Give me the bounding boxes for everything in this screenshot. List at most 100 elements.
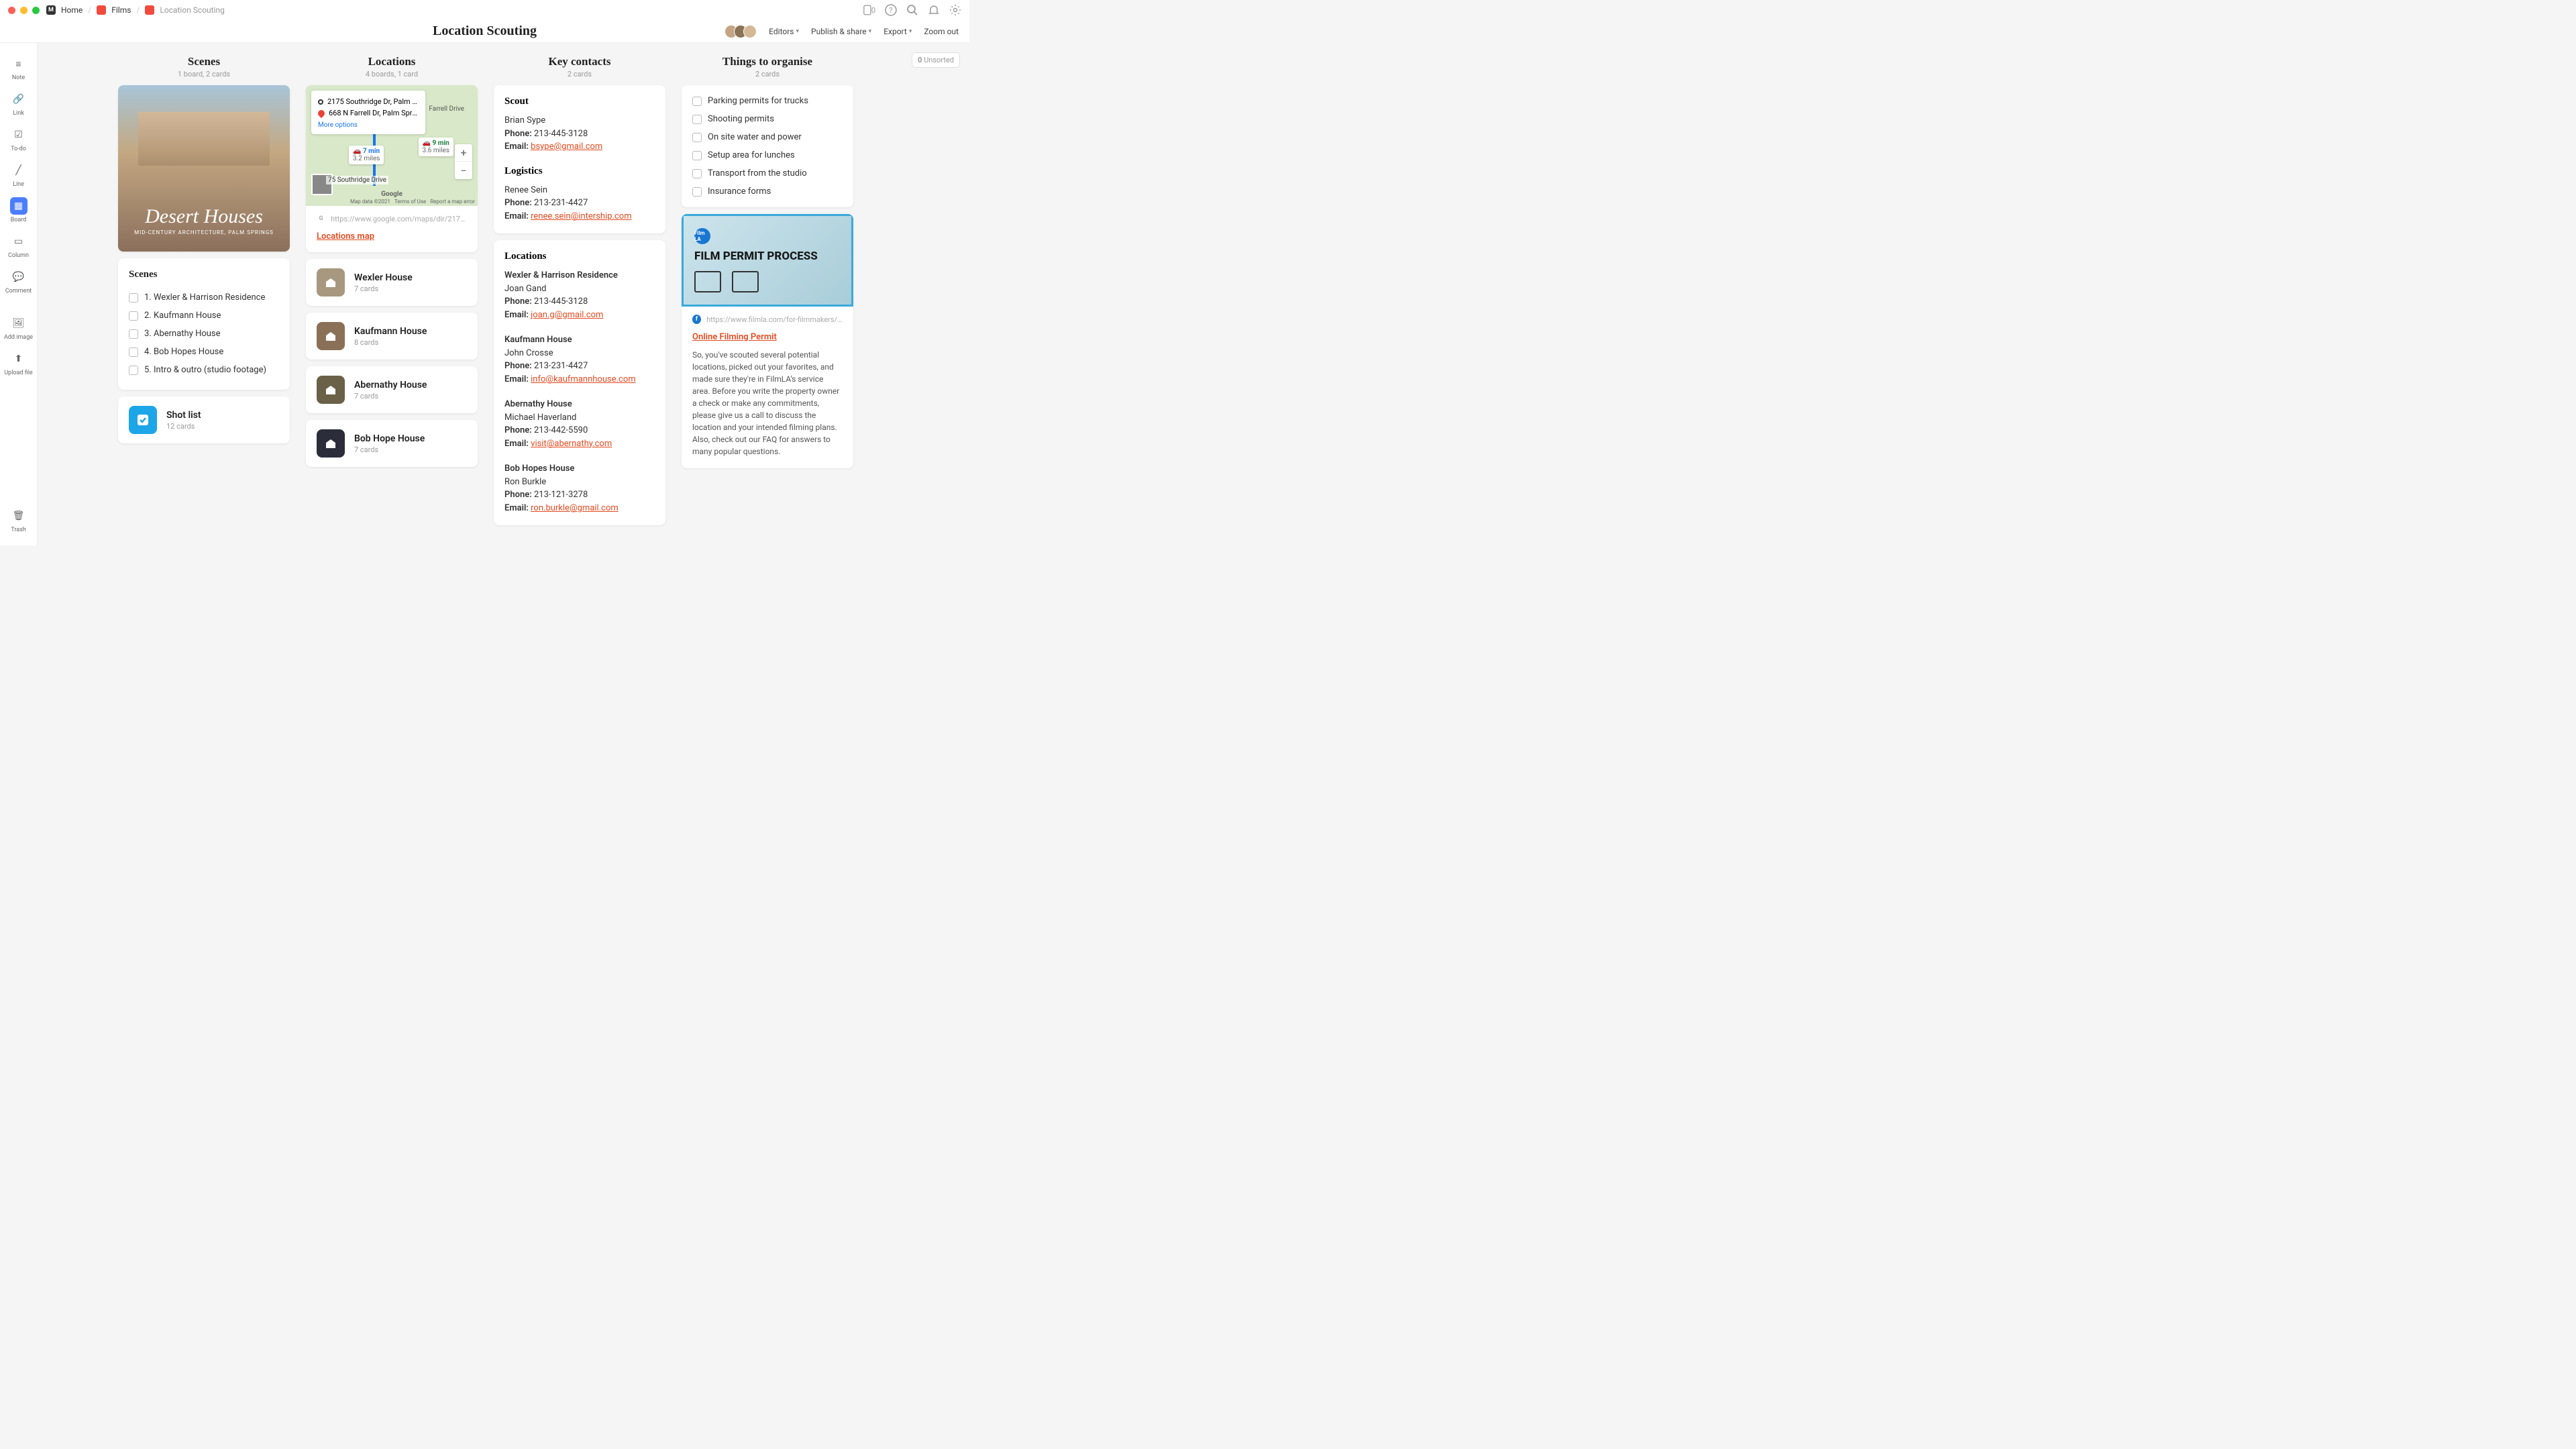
editors-menu[interactable]: Editors▾ [769,27,799,36]
sidebar: ≡Note 🔗Link ☑To-do ╱Line ▦Board ▭Column … [0,43,38,545]
minimize-window-icon[interactable] [20,7,28,14]
organise-item[interactable]: Transport from the studio [692,164,843,182]
checkbox-icon[interactable] [692,133,702,142]
breadcrumb-home[interactable]: Home [61,5,83,15]
location-name: Abernathy House [504,398,655,411]
bobhope-board[interactable]: Bob Hope House7 cards [306,420,478,467]
contact-heading: Logistics [504,166,655,177]
checkbox-icon[interactable] [129,347,138,357]
home-icon[interactable]: M [46,5,56,15]
column-contacts: Key contacts2 cards Scout Brian Sype Pho… [494,55,665,532]
email-link[interactable]: info@kaufmannhouse.com [531,374,636,384]
sidebar-item-todo[interactable]: ☑To-do [4,122,34,156]
checkbox-icon[interactable] [692,187,702,197]
organise-item[interactable]: Insurance forms [692,182,843,201]
scene-item[interactable]: 3. Abernathy House [129,325,279,343]
email-label: Email: [504,142,529,152]
map-embed[interactable]: 2175 Southridge Dr, Palm Spri… 668 N Far… [306,85,478,206]
scene-item[interactable]: 5. Intro & outro (studio footage) [129,361,279,379]
sidebar-item-note[interactable]: ≡Note [4,51,34,85]
publish-menu[interactable]: Publish & share▾ [811,27,871,36]
location-name: Kaufmann House [504,333,655,347]
breadcrumb-films[interactable]: Films [111,5,131,15]
header-right-icons: 0 ? [863,4,961,16]
wexler-board[interactable]: Wexler House7 cards [306,259,478,306]
email-link[interactable]: visit@abernathy.com [531,439,612,449]
device-count: 0 [871,6,875,15]
column-title: Key contacts [494,55,665,68]
export-menu[interactable]: Export▾ [883,27,912,36]
sidebar-item-add-image[interactable]: 🖼Add image [4,311,34,345]
help-icon[interactable]: ? [885,4,897,16]
house-icon [317,376,345,404]
checkbox-icon[interactable] [129,366,138,375]
checkbox-icon[interactable] [129,293,138,303]
route-tooltip: 🚗 9 min3.6 miles [419,138,453,156]
card-image: Film LA FILM PERMIT PROCESS [682,214,853,307]
scene-item[interactable]: 2. Kaufmann House [129,307,279,325]
organise-card[interactable]: Parking permits for trucks Shooting perm… [682,85,853,207]
abernathy-board[interactable]: Abernathy House7 cards [306,366,478,413]
desert-houses-card[interactable]: Desert Houses MID-CENTURY ARCHITECTURE, … [118,85,290,252]
sidebar-item-upload-file[interactable]: ⬆Upload file [4,346,34,380]
checkbox-icon[interactable] [692,115,702,124]
checkbox-icon[interactable] [692,169,702,178]
sidebar-item-link[interactable]: 🔗Link [4,87,34,121]
sidebar-item-line[interactable]: ╱Line [4,158,34,192]
email-link[interactable]: bsype@gmail.com [531,142,602,152]
maximize-window-icon[interactable] [32,7,40,14]
board-name: Wexler House [354,272,413,283]
checkbox-icon[interactable] [129,329,138,339]
gear-icon[interactable] [949,4,961,16]
link-url: https://www.filmla.com/for-filmmakers/pe… [706,315,843,324]
organise-item[interactable]: Setup area for lunches [692,146,843,164]
canvas[interactable]: 0 Unsorted Scenes1 board, 2 cards Desert… [38,43,969,545]
email-link[interactable]: joan.g@gmail.com [531,310,603,320]
sidebar-item-column[interactable]: ▭Column [4,229,34,263]
search-icon[interactable] [906,4,918,16]
checkbox-icon[interactable] [692,97,702,106]
sidebar-item-board[interactable]: ▦Board [4,193,34,227]
organise-item[interactable]: On site water and power [692,128,843,146]
column-title: Things to organise [682,55,853,68]
link-title[interactable]: Locations map [317,231,374,241]
contact-name: Renee Sein [504,184,655,197]
scenes-card[interactable]: Scenes 1. Wexler & Harrison Residence 2.… [118,258,290,390]
board-name: Abernathy House [354,380,427,390]
card-heading: Scenes [129,269,279,280]
scene-item[interactable]: 1. Wexler & Harrison Residence [129,288,279,307]
sidebar-item-comment[interactable]: 💬Comment [4,264,34,299]
close-window-icon[interactable] [8,7,15,14]
sidebar-item-trash[interactable]: 🗑Trash [4,503,34,537]
organise-item[interactable]: Parking permits for trucks [692,92,843,110]
email-link[interactable]: ron.burkle@gmail.com [531,503,619,513]
breadcrumb: M Home / Films / Location Scouting [46,5,225,15]
map-card[interactable]: 2175 Southridge Dr, Palm Spri… 668 N Far… [306,85,478,252]
devices-icon[interactable]: 0 [863,4,875,16]
editor-avatars[interactable] [729,25,757,38]
email-link[interactable]: renee.sein@intership.com [531,211,631,221]
organise-item[interactable]: Shooting permits [692,110,843,128]
scene-item[interactable]: 4. Bob Hopes House [129,343,279,361]
camera-icon [732,271,759,292]
board-icon: ▦ [10,197,28,215]
link-title[interactable]: Online Filming Permit [692,332,777,342]
title-bar-right: Editors▾ Publish & share▾ Export▾ Zoom o… [729,25,969,38]
checkbox-icon[interactable] [692,151,702,160]
more-options-link[interactable]: More options [318,121,419,129]
card-image: Desert Houses MID-CENTURY ARCHITECTURE, … [118,85,290,252]
zoom-in-button[interactable]: + [455,144,472,162]
zoom-out-button[interactable]: − [455,162,472,179]
notification-icon[interactable] [928,4,940,16]
zoom-out-button[interactable]: Zoom out [924,27,959,36]
permit-card[interactable]: Film LA FILM PERMIT PROCESS fhttps://www… [682,214,853,468]
contacts-locations-card[interactable]: Locations Wexler & Harrison Residence Jo… [494,240,665,525]
breadcrumb-current[interactable]: Location Scouting [160,5,224,15]
google-logo: Google [381,191,402,198]
checkbox-icon[interactable] [129,311,138,321]
contacts-people-card[interactable]: Scout Brian Sype Phone: 213-445-3128 Ema… [494,85,665,233]
unsorted-badge[interactable]: 0 Unsorted [912,52,960,68]
shot-list-board[interactable]: Shot list12 cards [118,396,290,443]
svg-text:?: ? [889,6,892,15]
kaufmann-board[interactable]: Kaufmann House8 cards [306,313,478,360]
